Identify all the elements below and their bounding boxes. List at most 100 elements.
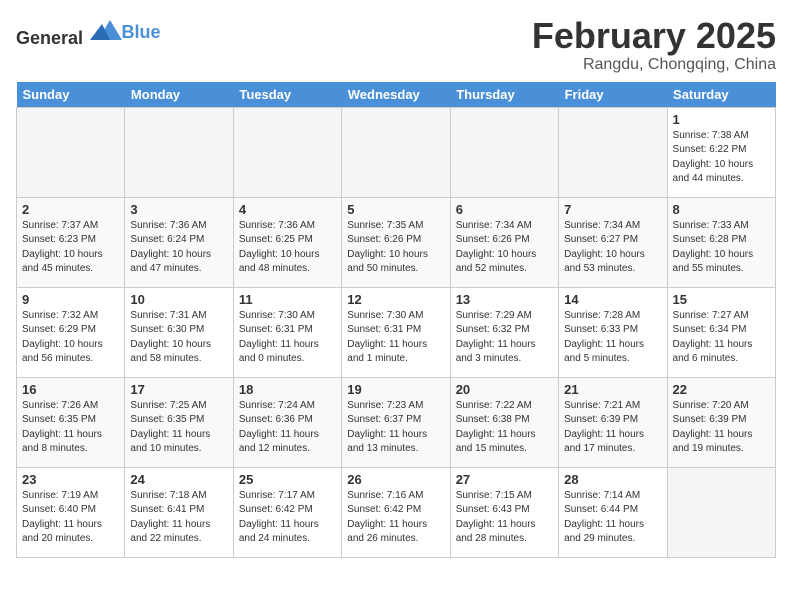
day-info: Sunrise: 7:27 AMSunset: 6:34 PMDaylight:…	[673, 309, 770, 367]
day-number: 9	[22, 292, 119, 307]
day-header-tuesday: Tuesday	[233, 82, 341, 108]
day-info: Sunrise: 7:18 AMSunset: 6:41 PMDaylight:…	[130, 489, 227, 547]
calendar-cell: 26 Sunrise: 7:16 AMSunset: 6:42 PMDayligh…	[342, 467, 450, 557]
day-number: 21	[564, 382, 661, 397]
day-info: Sunrise: 7:21 AMSunset: 6:39 PMDaylight:…	[564, 399, 661, 457]
day-info: Sunrise: 7:19 AMSunset: 6:40 PMDaylight:…	[22, 489, 119, 547]
day-info: Sunrise: 7:34 AMSunset: 6:27 PMDaylight:…	[564, 219, 661, 277]
day-info: Sunrise: 7:38 AMSunset: 6:22 PMDaylight:…	[673, 129, 770, 187]
day-header-monday: Monday	[125, 82, 233, 108]
calendar-cell: 6 Sunrise: 7:34 AMSunset: 6:26 PMDaylight…	[450, 197, 558, 287]
month-title: February 2025	[532, 16, 776, 56]
page-header: General Blue February 2025 Rangdu, Chong…	[16, 16, 776, 74]
day-number: 27	[456, 472, 553, 487]
week-row-5: 23 Sunrise: 7:19 AMSunset: 6:40 PMDayligh…	[17, 467, 776, 557]
calendar-cell: 12 Sunrise: 7:30 AMSunset: 6:31 PMDayligh…	[342, 287, 450, 377]
day-info: Sunrise: 7:14 AMSunset: 6:44 PMDaylight:…	[564, 489, 661, 547]
logo-general: General	[16, 28, 83, 48]
logo-blue: Blue	[122, 22, 161, 42]
day-info: Sunrise: 7:17 AMSunset: 6:42 PMDaylight:…	[239, 489, 336, 547]
calendar-cell: 20 Sunrise: 7:22 AMSunset: 6:38 PMDayligh…	[450, 377, 558, 467]
day-header-saturday: Saturday	[667, 82, 775, 108]
day-info: Sunrise: 7:25 AMSunset: 6:35 PMDaylight:…	[130, 399, 227, 457]
day-number: 17	[130, 382, 227, 397]
calendar-cell: 4Sunrise: 7:36 AMSunset: 6:25 PMDaylight…	[233, 197, 341, 287]
calendar-cell: 8Sunrise: 7:33 AMSunset: 6:28 PMDaylight…	[667, 197, 775, 287]
calendar-cell: 19 Sunrise: 7:23 AMSunset: 6:37 PMDayligh…	[342, 377, 450, 467]
calendar-cell: 21 Sunrise: 7:21 AMSunset: 6:39 PMDayligh…	[559, 377, 667, 467]
day-info: Sunrise: 7:32 AMSunset: 6:29 PMDaylight:…	[22, 309, 119, 367]
day-info: Sunrise: 7:26 AMSunset: 6:35 PMDaylight:…	[22, 399, 119, 457]
logo: General Blue	[16, 16, 161, 49]
calendar-cell: 11 Sunrise: 7:30 AMSunset: 6:31 PMDayligh…	[233, 287, 341, 377]
calendar-cell	[667, 467, 775, 557]
day-info: Sunrise: 7:22 AMSunset: 6:38 PMDaylight:…	[456, 399, 553, 457]
day-number: 16	[22, 382, 119, 397]
day-info: Sunrise: 7:24 AMSunset: 6:36 PMDaylight:…	[239, 399, 336, 457]
calendar-cell: 1 Sunrise: 7:38 AMSunset: 6:22 PMDaylight…	[667, 107, 775, 197]
calendar-cell: 23 Sunrise: 7:19 AMSunset: 6:40 PMDayligh…	[17, 467, 125, 557]
calendar-cell: 10 Sunrise: 7:31 AMSunset: 6:30 PMDayligh…	[125, 287, 233, 377]
calendar-cell: 13Sunrise: 7:29 AMSunset: 6:32 PMDayligh…	[450, 287, 558, 377]
day-number: 1	[673, 112, 770, 127]
header-row: SundayMondayTuesdayWednesdayThursdayFrid…	[17, 82, 776, 108]
day-info: Sunrise: 7:16 AMSunset: 6:42 PMDaylight:…	[347, 489, 444, 547]
week-row-2: 2Sunrise: 7:37 AMSunset: 6:23 PMDaylight…	[17, 197, 776, 287]
calendar-cell: 2Sunrise: 7:37 AMSunset: 6:23 PMDaylight…	[17, 197, 125, 287]
day-number: 23	[22, 472, 119, 487]
week-row-1: 1 Sunrise: 7:38 AMSunset: 6:22 PMDaylight…	[17, 107, 776, 197]
calendar-cell: 18 Sunrise: 7:24 AMSunset: 6:36 PMDayligh…	[233, 377, 341, 467]
day-info: Sunrise: 7:28 AMSunset: 6:33 PMDaylight:…	[564, 309, 661, 367]
day-number: 8	[673, 202, 770, 217]
day-header-thursday: Thursday	[450, 82, 558, 108]
title-block: February 2025 Rangdu, Chongqing, China	[532, 16, 776, 74]
calendar-cell: 5 Sunrise: 7:35 AMSunset: 6:26 PMDaylight…	[342, 197, 450, 287]
day-info: Sunrise: 7:15 AMSunset: 6:43 PMDaylight:…	[456, 489, 553, 547]
day-info: Sunrise: 7:37 AMSunset: 6:23 PMDaylight:…	[22, 219, 119, 277]
day-number: 18	[239, 382, 336, 397]
day-number: 12	[347, 292, 444, 307]
day-number: 13	[456, 292, 553, 307]
day-info: Sunrise: 7:23 AMSunset: 6:37 PMDaylight:…	[347, 399, 444, 457]
day-number: 6	[456, 202, 553, 217]
calendar-cell	[450, 107, 558, 197]
week-row-4: 16 Sunrise: 7:26 AMSunset: 6:35 PMDayligh…	[17, 377, 776, 467]
week-row-3: 9 Sunrise: 7:32 AMSunset: 6:29 PMDaylight…	[17, 287, 776, 377]
calendar-cell: 9 Sunrise: 7:32 AMSunset: 6:29 PMDaylight…	[17, 287, 125, 377]
day-number: 11	[239, 292, 336, 307]
day-info: Sunrise: 7:30 AMSunset: 6:31 PMDaylight:…	[347, 309, 444, 367]
day-info: Sunrise: 7:20 AMSunset: 6:39 PMDaylight:…	[673, 399, 770, 457]
calendar-cell: 14 Sunrise: 7:28 AMSunset: 6:33 PMDayligh…	[559, 287, 667, 377]
day-info: Sunrise: 7:36 AMSunset: 6:25 PMDaylight:…	[239, 219, 336, 277]
day-header-sunday: Sunday	[17, 82, 125, 108]
calendar-cell	[125, 107, 233, 197]
calendar-cell: 3 Sunrise: 7:36 AMSunset: 6:24 PMDaylight…	[125, 197, 233, 287]
day-number: 20	[456, 382, 553, 397]
calendar-cell: 24Sunrise: 7:18 AMSunset: 6:41 PMDayligh…	[125, 467, 233, 557]
logo-icon	[90, 16, 122, 44]
calendar-cell: 7 Sunrise: 7:34 AMSunset: 6:27 PMDaylight…	[559, 197, 667, 287]
calendar-cell: 16 Sunrise: 7:26 AMSunset: 6:35 PMDayligh…	[17, 377, 125, 467]
day-info: Sunrise: 7:35 AMSunset: 6:26 PMDaylight:…	[347, 219, 444, 277]
calendar-cell: 22 Sunrise: 7:20 AMSunset: 6:39 PMDayligh…	[667, 377, 775, 467]
day-header-wednesday: Wednesday	[342, 82, 450, 108]
day-number: 5	[347, 202, 444, 217]
calendar-table: SundayMondayTuesdayWednesdayThursdayFrid…	[16, 82, 776, 558]
day-number: 3	[130, 202, 227, 217]
day-number: 7	[564, 202, 661, 217]
day-number: 10	[130, 292, 227, 307]
day-number: 19	[347, 382, 444, 397]
day-number: 15	[673, 292, 770, 307]
calendar-cell: 27 Sunrise: 7:15 AMSunset: 6:43 PMDayligh…	[450, 467, 558, 557]
calendar-cell: 17 Sunrise: 7:25 AMSunset: 6:35 PMDayligh…	[125, 377, 233, 467]
day-info: Sunrise: 7:36 AMSunset: 6:24 PMDaylight:…	[130, 219, 227, 277]
day-number: 14	[564, 292, 661, 307]
day-number: 22	[673, 382, 770, 397]
calendar-cell	[559, 107, 667, 197]
calendar-cell: 15 Sunrise: 7:27 AMSunset: 6:34 PMDayligh…	[667, 287, 775, 377]
day-number: 26	[347, 472, 444, 487]
day-info: Sunrise: 7:34 AMSunset: 6:26 PMDaylight:…	[456, 219, 553, 277]
calendar-cell: 28Sunrise: 7:14 AMSunset: 6:44 PMDayligh…	[559, 467, 667, 557]
day-info: Sunrise: 7:31 AMSunset: 6:30 PMDaylight:…	[130, 309, 227, 367]
day-info: Sunrise: 7:30 AMSunset: 6:31 PMDaylight:…	[239, 309, 336, 367]
